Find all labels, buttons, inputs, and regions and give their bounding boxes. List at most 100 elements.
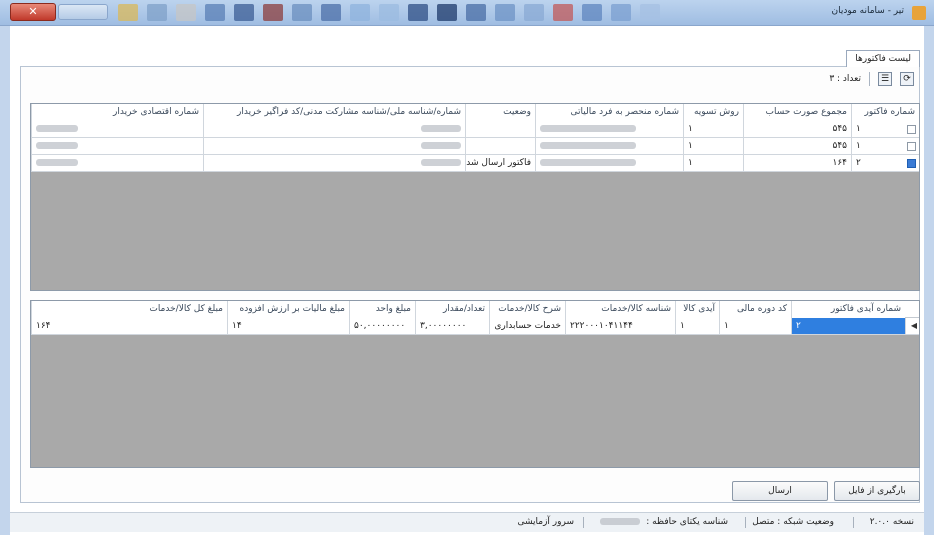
total-cell: ۱۶۴ [743, 155, 851, 172]
total-cell: ۵۴۵ [743, 121, 851, 138]
invoice-no-cell: ۲ [851, 155, 919, 172]
memory-id-value [600, 517, 640, 527]
status-cell [465, 138, 535, 155]
invoice-no: ۱ [856, 124, 861, 134]
app-icon[interactable] [292, 4, 312, 21]
app-icon[interactable] [408, 4, 428, 21]
send-button[interactable]: ارسال [732, 481, 828, 501]
invoice-no-cell: ۱ [851, 138, 919, 155]
app-icon[interactable] [118, 4, 138, 21]
app-icon[interactable] [495, 4, 515, 21]
column-header[interactable]: روش تسویه [683, 104, 743, 121]
row-indicator: ◀ [905, 318, 919, 335]
invoice-no-cell: ۱ [851, 121, 919, 138]
column-header[interactable]: مبلغ مالیات بر ارزش افزوده [227, 301, 349, 318]
toolbar: ⟳ ☰ تعداد : ۳ [829, 70, 914, 88]
table-row[interactable]: ۱ ۵۴۵ ۱ [31, 121, 919, 138]
app-icon[interactable] [176, 4, 196, 21]
app-icon[interactable] [524, 4, 544, 21]
column-header[interactable]: مجموع صورت حساب [743, 104, 851, 121]
column-header[interactable]: شماره اقتصادی خریدار [31, 104, 203, 121]
invoice-items-grid[interactable]: شماره آیدی فاکتور کد دوره مالی آیدی کالا… [30, 300, 920, 468]
table-row[interactable]: ◀ ۲ ۱ ۱ ۲۲۲۰۰۰۱۰۴۱۱۴۴ خدمات حسابداری ۳,۰… [31, 318, 919, 335]
app-logo-icon [912, 6, 926, 20]
status-separator [853, 517, 854, 528]
row-checkbox[interactable] [907, 159, 916, 168]
invoice-no: ۲ [856, 158, 861, 168]
window-controls[interactable] [58, 4, 108, 20]
server-label: سرور آزمایشی [517, 517, 574, 527]
settlement-cell: ۱ [683, 121, 743, 138]
vat-cell: ۱۴ [227, 318, 349, 335]
description-cell: خدمات حسابداری [489, 318, 565, 335]
app-icon[interactable] [205, 4, 225, 21]
status-separator [583, 517, 584, 528]
column-header[interactable]: شماره آیدی فاکتور [791, 301, 905, 318]
settlement-cell: ۱ [683, 138, 743, 155]
window-frame-right [924, 26, 934, 535]
buyer-economic-no-cell [31, 121, 203, 138]
column-header[interactable]: شناسه کالا/خدمات [565, 301, 675, 318]
version-label: نسخه ۲.۰.۰ [869, 517, 914, 527]
status-cell [465, 121, 535, 138]
buyer-id-cell [203, 138, 465, 155]
redacted-value [540, 125, 636, 132]
redacted-value [36, 159, 78, 166]
column-header[interactable]: کد دوره مالی [719, 301, 791, 318]
item-total-cell: ۱۶۴ [31, 318, 227, 335]
unit-price-cell: ۵۰,۰۰۰۰۰۰۰۰ [349, 318, 415, 335]
status-separator [745, 517, 746, 528]
column-header[interactable]: مبلغ واحد [349, 301, 415, 318]
app-icon[interactable] [553, 4, 573, 21]
status-bar: نسخه ۲.۰.۰ وضعیت شبکه : متصل شناسه یکتای… [10, 512, 924, 532]
invoice-id-cell[interactable]: ۲ [791, 318, 905, 335]
column-header[interactable]: شماره فاکتور [851, 104, 919, 121]
app-icon[interactable] [640, 4, 660, 21]
row-pointer-icon: ◀ [910, 321, 917, 330]
app-icon[interactable] [437, 4, 457, 21]
app-icon[interactable] [611, 4, 631, 21]
table-row[interactable]: ۲ ۱۶۴ ۱ فاکتور ارسال شد [31, 155, 919, 172]
list-icon[interactable]: ☰ [878, 72, 892, 86]
row-checkbox[interactable] [907, 125, 916, 134]
tax-id-cell [535, 138, 683, 155]
load-from-file-button[interactable]: بارگیری از فایل [834, 481, 920, 501]
table-row[interactable]: ۱ ۵۴۵ ۱ [31, 138, 919, 155]
settlement-cell: ۱ [683, 155, 743, 172]
column-header[interactable]: وضعیت [465, 104, 535, 121]
column-header[interactable]: تعداد/مقدار [415, 301, 489, 318]
window-title: تیر - سامانه مودیان [831, 6, 904, 16]
redacted-value [36, 125, 78, 132]
redacted-value [421, 142, 461, 149]
app-icon[interactable] [350, 4, 370, 21]
redacted-value [36, 142, 78, 149]
app-icon[interactable] [263, 4, 283, 21]
column-header[interactable]: شماره منحصر به فرد مالیاتی [535, 104, 683, 121]
app-icon[interactable] [321, 4, 341, 21]
network-status: وضعیت شبکه : متصل [752, 517, 834, 527]
memory-id-label: شناسه یکتای حافظه : [646, 517, 728, 527]
close-button[interactable]: ✕ [10, 3, 56, 21]
taskbar-icons [118, 4, 660, 22]
buyer-id-cell [203, 121, 465, 138]
app-icon[interactable] [234, 4, 254, 21]
tab-invoice-list[interactable]: لیست فاکتورها [846, 50, 920, 67]
column-header[interactable]: شرح کالا/خدمات [489, 301, 565, 318]
refresh-icon[interactable]: ⟳ [900, 72, 914, 86]
column-header[interactable]: مبلغ کل کالا/خدمات [31, 301, 227, 318]
app-icon[interactable] [466, 4, 486, 21]
row-checkbox[interactable] [907, 142, 916, 151]
buyer-economic-no-cell [31, 138, 203, 155]
redacted-value [540, 142, 636, 149]
quantity-cell: ۳,۰۰۰۰۰۰۰۰ [415, 318, 489, 335]
column-header[interactable]: آیدی کالا [675, 301, 719, 318]
column-header[interactable]: شماره/شناسه ملی/شناسه مشارکت مدنی/کد فرا… [203, 104, 465, 121]
app-icon[interactable] [582, 4, 602, 21]
total-cell: ۵۴۵ [743, 138, 851, 155]
redacted-value [421, 125, 461, 132]
app-icon[interactable] [379, 4, 399, 21]
count-label: تعداد : ۳ [829, 74, 861, 84]
app-icon[interactable] [147, 4, 167, 21]
invoices-grid[interactable]: شماره فاکتور مجموع صورت حساب روش تسویه ش… [30, 103, 920, 291]
window-frame-left [0, 26, 10, 535]
